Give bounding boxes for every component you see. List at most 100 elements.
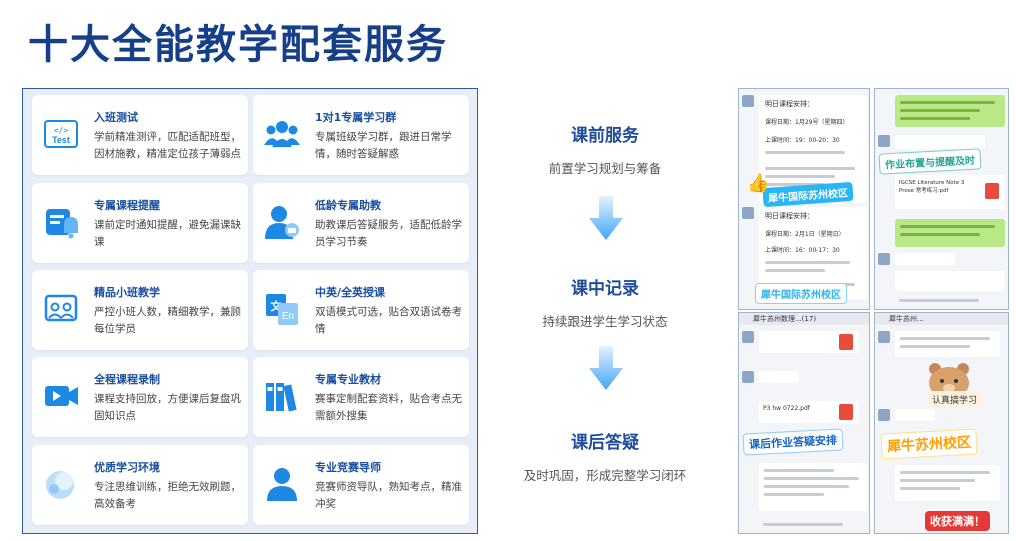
service-desc: 专属班级学习群，跟进日常学情，随时答疑解惑 (315, 131, 452, 160)
file-message (895, 271, 1005, 291)
chat-bubble (895, 219, 1005, 247)
file-message (759, 331, 859, 353)
chat-screenshot-campus: 犀牛苏州... 认真搞学习 犀牛苏州校区 收获满满！ (874, 312, 1009, 534)
chat-screenshot-qa: 犀牛苏州数理...(17) P3 hw 0722.pdf 课后作业答疑安排 (738, 312, 870, 534)
small-class-icon (44, 294, 78, 322)
test-icon: </> Test (44, 120, 78, 148)
avatar (878, 331, 890, 343)
message-text: 课程日期：1月29号（星期四） (765, 119, 849, 126)
chat-header: 犀牛苏州... (875, 313, 1008, 325)
service-card-assistant: 低龄专属助教 助教课后答疑服务，适配低龄学员学习节奏 (253, 183, 469, 263)
video-icon (45, 386, 78, 406)
svg-text:</>: </> (54, 126, 69, 135)
service-card-small-class: 精品小班教学 严控小班人数，精细教学，兼顾每位学员 (32, 270, 248, 350)
avatar (742, 331, 754, 343)
harvest-tag: 收获满满！ (925, 511, 990, 531)
service-desc: 学前精准测评，匹配适配班型，因材施教，精准定位孩子薄弱点 (94, 131, 241, 160)
environment-icon (46, 471, 74, 499)
service-card-environment: 优质学习环境 专注思维训练，拒绝无效刷题，高效备考 (32, 445, 248, 525)
chat-bubble (895, 95, 1005, 127)
service-title: 精品小班教学 (94, 286, 160, 299)
message-text: 明日课程安排： (765, 212, 814, 220)
svg-text:En: En (282, 311, 294, 322)
file-message: P3 hw 0722.pdf (759, 401, 859, 423)
service-desc: 赛事定制配套资料，贴合考点无需额外搜集 (315, 393, 462, 422)
service-title: 专业竞赛导师 (315, 461, 381, 474)
sticker-caption: 认真搞学习 (927, 391, 983, 408)
assistant-icon (265, 206, 299, 239)
step-title: 课后答疑 (571, 433, 639, 453)
service-desc: 课前定时通知提醒，避免漏课缺课 (94, 219, 241, 248)
homework-banner: 作业布置与提醒及时 (878, 148, 982, 175)
page-title: 十大全能教学配套服务 (28, 22, 448, 68)
service-card-books: 专属专业教材 赛事定制配套资料，贴合考点无需额外搜集 (253, 357, 469, 437)
chat-bubble (759, 463, 867, 511)
step-subtitle: 持续跟进学生学习状态 (542, 314, 668, 329)
service-card-reminder: 专属课程提醒 课前定时通知提醒，避免漏课缺课 (32, 183, 248, 263)
qa-banner: 课后作业答疑安排 (742, 428, 844, 456)
file-message: IGCSE Literature Note 3 Prose 常考练习.pdf (895, 175, 1005, 209)
bell-icon (46, 209, 78, 239)
service-desc: 严控小班人数，精细教学，兼顾每位学员 (94, 306, 241, 335)
service-title: 专属专业教材 (315, 373, 381, 386)
down-arrow-icon (589, 196, 623, 240)
step-title: 课前服务 (571, 126, 639, 146)
avatar (742, 371, 754, 383)
step-after-class: 课后答疑 及时巩固，形成完整学习闭环 (505, 428, 705, 484)
service-desc: 课程支持回放，方便课后复盘巩固知识点 (94, 393, 241, 422)
service-title: 优质学习环境 (94, 461, 160, 474)
svg-text:Test: Test (52, 135, 70, 145)
service-title: 专属课程提醒 (94, 199, 160, 212)
message-text: 课程日期：2月1日（星期日） (765, 231, 845, 238)
chat-screenshot-schedule: 明日课程安排： 课程日期：1月29号（星期四） 上课时间：19：00-20：30… (738, 88, 870, 310)
avatar (878, 253, 890, 265)
step-subtitle: 及时巩固，形成完整学习闭环 (523, 468, 687, 483)
pdf-icon (985, 183, 999, 199)
service-title: 入班测试 (94, 111, 138, 124)
file-name: IGCSE Literature Note 3 Prose 常考练习.pdf (899, 180, 965, 194)
service-desc: 双语模式可选，贴合双语试卷考情 (315, 306, 462, 335)
service-card-language: 文 En 中英/全英授课 双语模式可选，贴合双语试卷考情 (253, 270, 469, 350)
language-icon: 文 En (266, 294, 298, 325)
chat-screenshot-homework: 作业布置与提醒及时 IGCSE Literature Note 3 Prose … (874, 88, 1009, 310)
campus-banner: 犀牛苏州校区 (880, 428, 978, 460)
service-card-test: </> Test 入班测试 学前精准测评，匹配适配班型，因材施教，精准定位孩子薄… (32, 95, 248, 175)
service-title: 低龄专属助教 (315, 199, 381, 212)
message-text: 上课时间：16：00-17：30 (765, 247, 840, 254)
avatar (878, 135, 890, 147)
avatar (878, 409, 890, 421)
message-text: 明日课程安排： (765, 100, 814, 108)
service-desc: 专注思维训练，拒绝无效刷题，高效备考 (94, 481, 241, 510)
step-subtitle: 前置学习规划与筹备 (548, 161, 662, 176)
service-card-video: 全程课程录制 课程支持回放，方便课后复盘巩固知识点 (32, 357, 248, 437)
campus-banner: 犀牛国际苏州校区 (755, 283, 847, 304)
services-panel: </> Test 入班测试 学前精准测评，匹配适配班型，因材施教，精准定位孩子薄… (22, 88, 478, 534)
mentor-icon (267, 468, 297, 501)
avatar (742, 207, 754, 219)
service-card-group: 1对1专属学习群 专属班级学习群，跟进日常学情，随时答疑解惑 (253, 95, 469, 175)
group-icon (264, 121, 300, 147)
chat-bubble (759, 371, 799, 383)
books-icon (266, 383, 297, 412)
service-card-mentor: 专业竞赛导师 竞赛师资导队，熟知考点，精准冲奖 (253, 445, 469, 525)
chat-header: 犀牛苏州数理...(17) (739, 313, 869, 325)
service-desc: 竞赛师资导队，熟知考点，精准冲奖 (315, 481, 462, 510)
thumbs-up-icon: 👍 (747, 173, 770, 194)
chat-bubble (895, 331, 1000, 357)
service-title: 中英/全英授课 (315, 286, 386, 299)
chat-bubble (895, 135, 985, 149)
down-arrow-icon (589, 346, 623, 390)
pdf-icon (839, 334, 853, 350)
service-desc: 助教课后答疑服务，适配低龄学员学习节奏 (315, 219, 462, 248)
chat-bubble (895, 465, 1000, 501)
step-title: 课中记录 (571, 279, 639, 299)
file-name: P3 hw 0722.pdf (763, 405, 810, 412)
service-title: 全程课程录制 (94, 373, 160, 386)
message-text: 上课时间：19：00-20：30 (765, 137, 840, 144)
pdf-icon (839, 404, 853, 420)
step-pre-class: 课前服务 前置学习规划与筹备 (505, 121, 705, 177)
step-in-class: 课中记录 持续跟进学生学习状态 (505, 274, 705, 330)
service-title: 1对1专属学习群 (315, 111, 397, 124)
avatar (742, 95, 754, 107)
chat-bubble (895, 253, 955, 265)
